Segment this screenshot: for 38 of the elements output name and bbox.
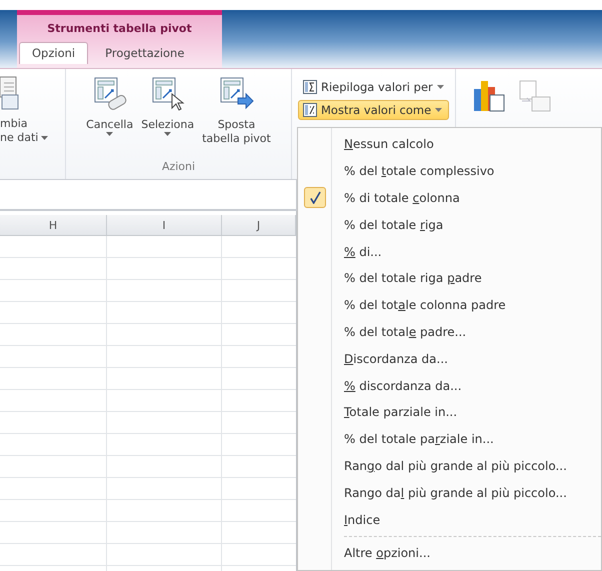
menu-item[interactable]: Altre opzioni...: [298, 540, 601, 567]
menu-item[interactable]: Discordanza da...: [298, 345, 601, 372]
table-cursor-icon: [150, 76, 186, 112]
ribbon-tab[interactable]: Opzioni: [19, 42, 88, 64]
menu-item[interactable]: % del totale padre...: [298, 318, 601, 346]
table-arrow-icon: [218, 76, 254, 112]
document-icon: [0, 75, 20, 111]
ribbon-button[interactable]: Cancella: [83, 74, 136, 160]
menu-item[interactable]: % del totale parziale in...: [298, 426, 601, 453]
ribbon-button[interactable]: Seleziona: [138, 74, 198, 160]
cell-grid[interactable]: [0, 236, 296, 571]
contextual-group-title: Strumenti tabella pivot: [46, 20, 193, 36]
sum-table-icon: [303, 80, 317, 94]
menu-item[interactable]: Rango dal più grande al più piccolo...: [298, 479, 601, 506]
menu-item[interactable]: % di totale colonna: [298, 184, 601, 212]
caret-icon: [435, 108, 442, 112]
table-eraser-icon: [92, 76, 128, 112]
ribbon-tab[interactable]: Progettazione: [92, 42, 198, 64]
change-source-button[interactable]: mbia ne dati: [0, 69, 65, 145]
menu-item[interactable]: Indice: [298, 506, 601, 533]
ribbon-button[interactable]: Sposta tabella pivot: [199, 74, 274, 160]
menu-item[interactable]: % di...: [298, 238, 601, 265]
menu-item[interactable]: % discordanza da...: [298, 372, 601, 399]
menu-item[interactable]: % del totale colonna padre: [298, 292, 601, 319]
menu-item[interactable]: % del totale riga padre: [298, 264, 601, 292]
percent-table-icon: [303, 103, 317, 117]
ribbon-button[interactable]: Riepiloga valori per: [298, 77, 449, 97]
menu-item[interactable]: % del totale riga: [298, 211, 601, 238]
caret-icon: [436, 85, 444, 89]
menu-item[interactable]: Totale parziale in...: [298, 398, 601, 426]
menu-item[interactable]: Rango dal più grande al più piccolo...: [298, 452, 601, 480]
menu-item[interactable]: Nessun calcolo: [298, 131, 601, 158]
column-header[interactable]: J: [222, 215, 296, 235]
ribbon-button[interactable]: Mostra valori come: [298, 100, 449, 120]
column-header[interactable]: H: [0, 215, 107, 235]
menu-item[interactable]: % del totale complessivo: [298, 158, 601, 185]
group-label: Azioni: [162, 160, 196, 175]
column-header[interactable]: I: [107, 215, 222, 235]
